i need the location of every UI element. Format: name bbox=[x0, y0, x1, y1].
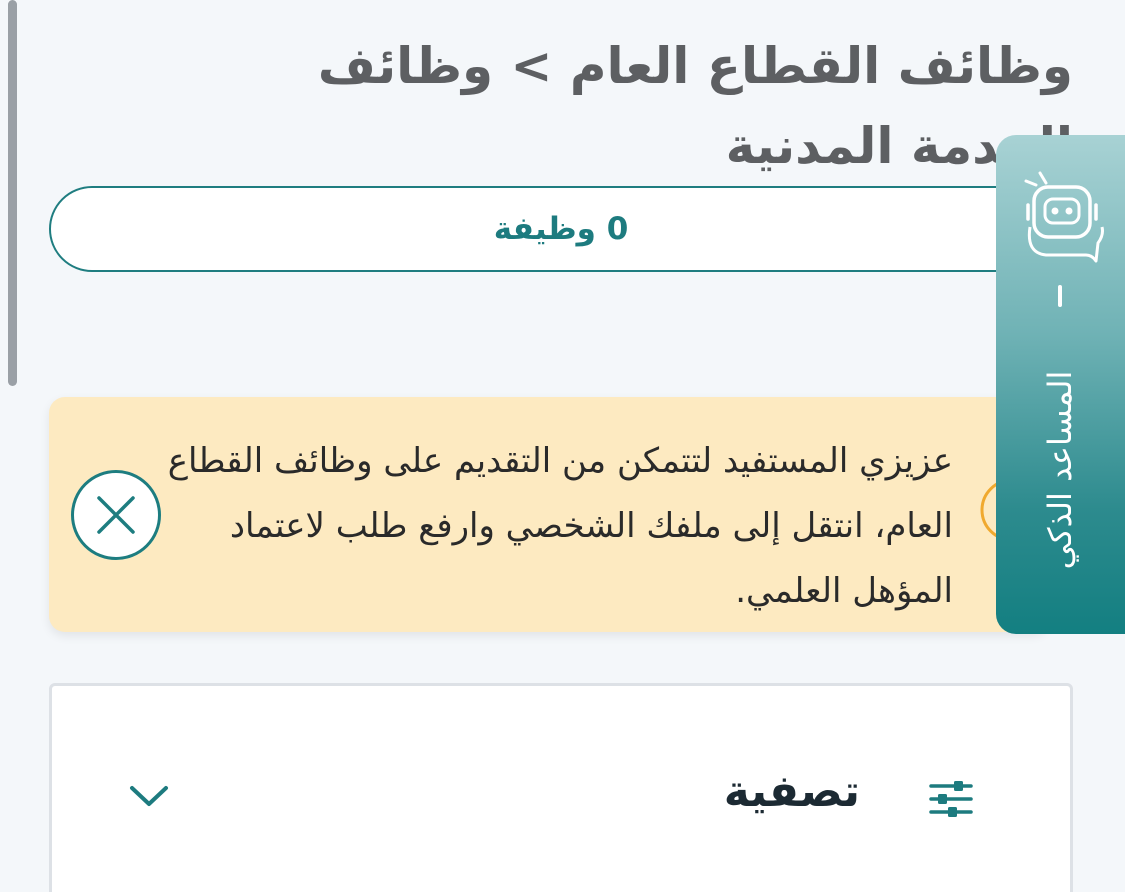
notice-banner: عزيزي المستفيد لتتمكن من التقديم على وظا… bbox=[49, 397, 1049, 632]
jobs-count-pill: 0 وظيفة bbox=[49, 186, 1073, 272]
page: وظائف القطاع العام > وظائف الخدمة المدني… bbox=[0, 0, 1125, 892]
page-title: وظائف القطاع العام > وظائف الخدمة المدني… bbox=[317, 37, 1073, 175]
assistant-divider bbox=[1058, 285, 1062, 307]
assistant-label: المساعد الذكي bbox=[1041, 370, 1079, 570]
notice-close-button[interactable] bbox=[71, 470, 161, 560]
scrollbar-thumb[interactable] bbox=[8, 0, 17, 386]
notice-message: عزيزي المستفيد لتتمكن من التقديم على وظا… bbox=[167, 441, 953, 611]
sliders-icon bbox=[929, 781, 973, 817]
close-icon bbox=[97, 496, 135, 534]
jobs-count-label: 0 وظيفة bbox=[493, 211, 629, 247]
smart-assistant-tab[interactable]: المساعد الذكي bbox=[996, 135, 1125, 634]
filter-title: تصفية bbox=[723, 766, 860, 817]
chevron-down-icon[interactable] bbox=[128, 781, 170, 811]
filter-panel[interactable]: تصفية bbox=[49, 683, 1073, 892]
robot-icon bbox=[1024, 171, 1104, 263]
